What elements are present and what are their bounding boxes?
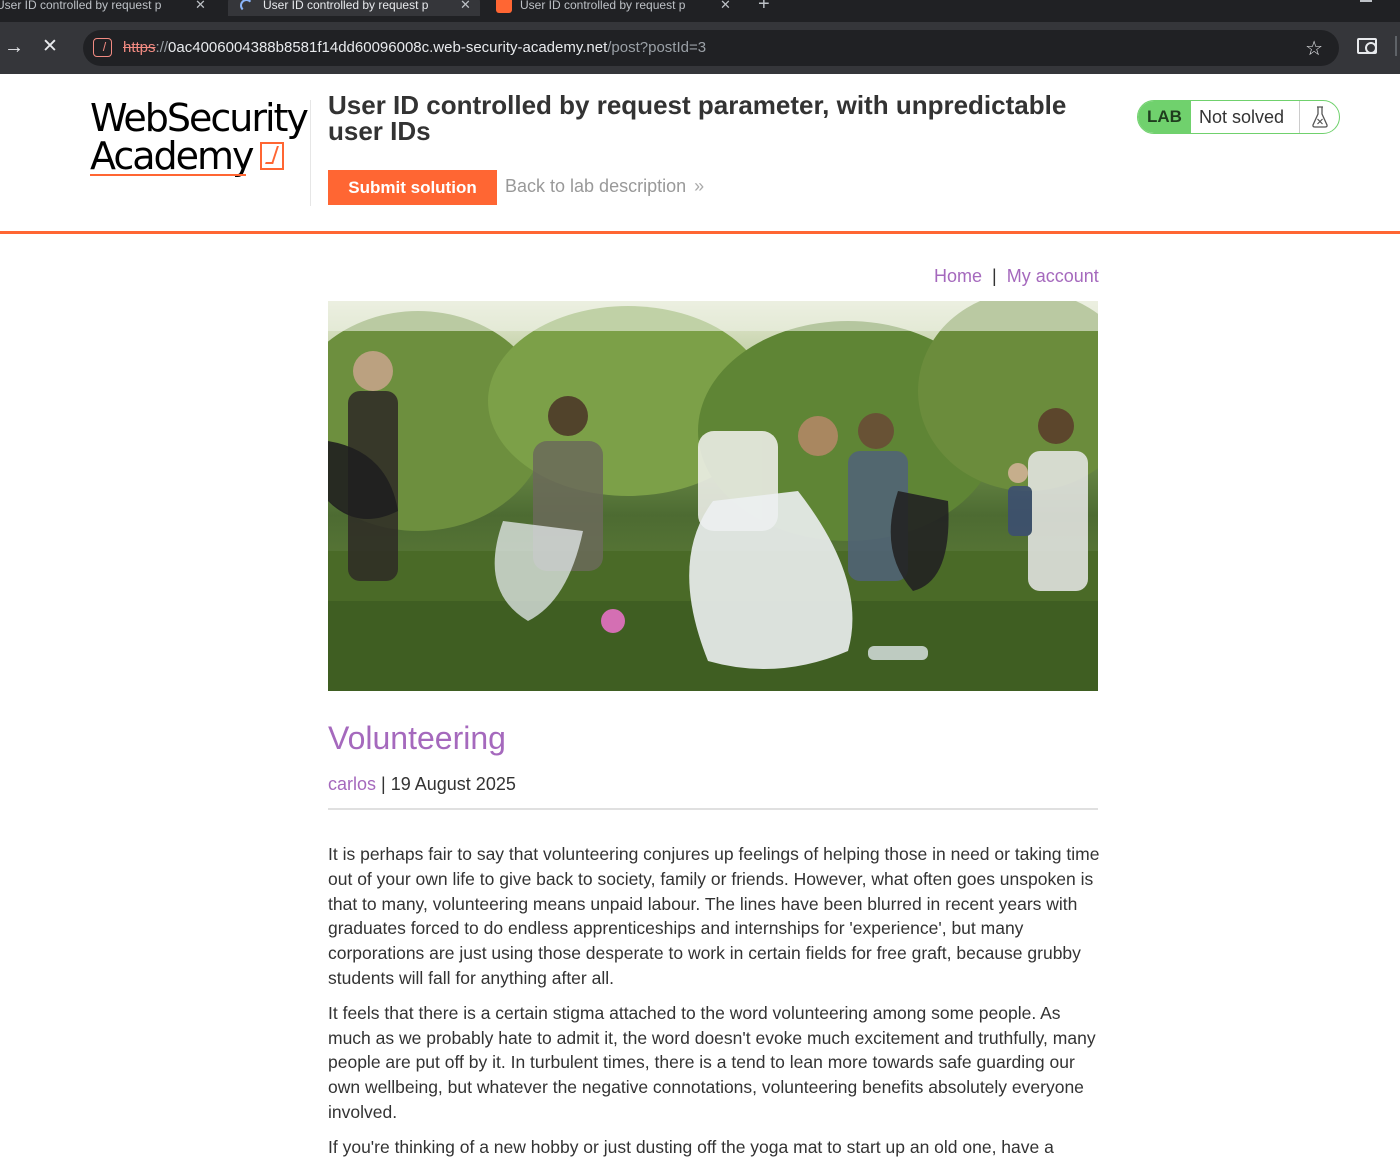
back-to-lab-description-link[interactable]: Back to lab description»	[505, 176, 704, 197]
browser-tab[interactable]: User ID controlled by request p ✕	[496, 0, 746, 16]
stop-icon[interactable]: ✕	[42, 35, 64, 59]
address-bar[interactable]: https://0ac4006004388b8581f14dd60096008c…	[83, 30, 1339, 66]
post-divider	[328, 808, 1098, 810]
minimize-icon[interactable]	[1360, 0, 1372, 2]
tab-title: User ID controlled by request p	[0, 0, 162, 12]
portswigger-favicon-icon	[496, 0, 512, 13]
site-info-icon[interactable]	[93, 38, 112, 57]
post-body: It is perhaps fair to say that volunteer…	[328, 842, 1100, 1170]
cast-icon[interactable]	[1357, 38, 1377, 54]
browser-toolbar: → ✕ https://0ac4006004388b8581f14dd60096…	[0, 22, 1400, 74]
forward-icon[interactable]: →	[4, 35, 26, 59]
post-paragraph: It is perhaps fair to say that volunteer…	[328, 844, 1100, 988]
flask-icon	[1299, 101, 1339, 133]
browser-tab-strip: User ID controlled by request p ✕ User I…	[0, 0, 1400, 22]
web-security-academy-logo[interactable]: WebSecurity Academy	[90, 96, 310, 178]
tab-title: User ID controlled by request p	[263, 0, 429, 12]
loading-spinner-icon	[240, 0, 253, 12]
bookmark-star-icon[interactable]: ☆	[1305, 36, 1323, 61]
browser-tab[interactable]: User ID controlled by request p ✕	[0, 0, 221, 16]
submit-solution-button[interactable]: Submit solution	[328, 170, 497, 205]
post-hero-image	[328, 301, 1098, 691]
post-paragraph: If you're thinking of a new hobby or jus…	[328, 1136, 1054, 1157]
lab-title: User ID controlled by request parameter,…	[328, 90, 1067, 146]
post-date: 19 August 2025	[390, 774, 516, 794]
double-chevron-right-icon: »	[694, 176, 705, 196]
site-nav: Home | My account	[934, 266, 1099, 287]
header-divider	[310, 100, 311, 206]
post-paragraph: It feels that there is a certain stigma …	[328, 1002, 1096, 1122]
meta-separator: |	[381, 774, 386, 794]
logo-bolt-icon	[260, 142, 284, 170]
toolbar-divider	[1395, 36, 1397, 56]
lab-header: WebSecurity Academy User ID controlled b…	[0, 74, 1400, 234]
lab-badge: LAB	[1138, 101, 1191, 133]
close-icon[interactable]: ✕	[195, 0, 206, 16]
tab-title: User ID controlled by request p	[520, 0, 686, 12]
post-author-link[interactable]: carlos	[328, 774, 376, 794]
home-link[interactable]: Home	[934, 266, 982, 286]
logo-underline	[90, 174, 246, 176]
close-icon[interactable]: ✕	[460, 0, 471, 16]
lab-status-widget: LAB Not solved	[1137, 100, 1340, 134]
post-meta: carlos | 19 August 2025	[328, 774, 516, 795]
browser-tab-active[interactable]: User ID controlled by request p ✕	[228, 0, 480, 16]
lab-status-text: Not solved	[1199, 106, 1285, 127]
nav-separator: |	[992, 266, 997, 286]
close-icon[interactable]: ✕	[720, 0, 731, 16]
new-tab-plus-icon[interactable]: +	[758, 0, 770, 16]
my-account-link[interactable]: My account	[1007, 266, 1099, 286]
url-text[interactable]: https://0ac4006004388b8581f14dd60096008c…	[123, 39, 706, 56]
post-title: Volunteering	[328, 720, 506, 756]
